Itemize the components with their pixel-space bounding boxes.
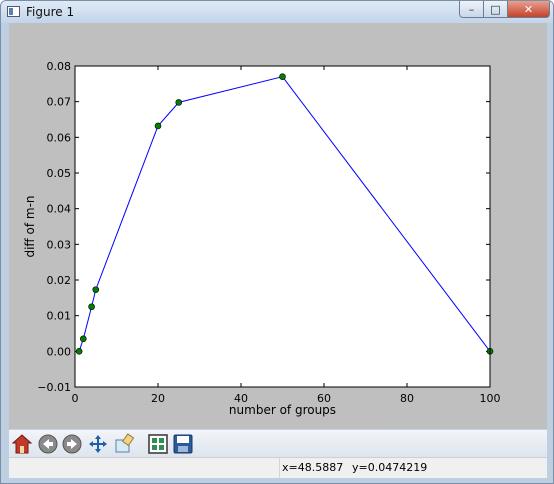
app-icon bbox=[7, 6, 20, 17]
pan-button[interactable] bbox=[87, 433, 109, 455]
window-title: Figure 1 bbox=[26, 5, 75, 19]
subplots-icon bbox=[148, 434, 168, 454]
y-tick-label: 0.08 bbox=[47, 60, 72, 73]
zoom-icon bbox=[115, 433, 135, 453]
y-tick-label: 0.04 bbox=[47, 203, 72, 216]
data-point bbox=[279, 73, 286, 81]
x-tick-label: 0 bbox=[72, 392, 79, 405]
data-point bbox=[88, 303, 95, 311]
data-point bbox=[175, 99, 183, 106]
y-axis-label: diff of m-n bbox=[23, 195, 37, 257]
close-button[interactable]: ✕ bbox=[507, 1, 550, 18]
home-icon bbox=[11, 434, 33, 454]
y-tick-label: 0.07 bbox=[47, 96, 72, 109]
title-bar[interactable]: Figure 1 – □ ✕ bbox=[1, 1, 553, 23]
data-point bbox=[80, 335, 87, 343]
save-button[interactable] bbox=[172, 433, 194, 455]
y-tick-label: −0.01 bbox=[37, 381, 71, 394]
y-tick-label: 0.03 bbox=[47, 238, 72, 251]
pan-icon bbox=[89, 435, 107, 453]
minimize-icon: – bbox=[468, 2, 475, 16]
save-icon bbox=[173, 434, 193, 454]
y-tick-label: 0.02 bbox=[47, 274, 72, 287]
x-tick-label: 80 bbox=[400, 392, 414, 405]
status-cell-empty bbox=[9, 458, 279, 478]
x-axis-label: number of groups bbox=[229, 403, 336, 417]
y-tick-label: 0.00 bbox=[47, 345, 72, 358]
back-button[interactable] bbox=[37, 433, 59, 455]
minimize-button[interactable]: – bbox=[459, 1, 484, 18]
y-tick-label: 0.05 bbox=[47, 167, 72, 180]
back-icon bbox=[38, 434, 58, 454]
cursor-x-readout: x=48.5887 bbox=[282, 461, 344, 474]
zoom-button[interactable] bbox=[113, 433, 135, 455]
y-tick-label: 0.06 bbox=[47, 131, 72, 144]
figure-window: Figure 1 – □ ✕ 0 20 40 60 80 100 −0.01 0.00 0.01… bbox=[0, 0, 554, 484]
status-bar: x=48.5887 y=0.0474219 bbox=[9, 457, 547, 478]
status-cell-coordinates: x=48.5887 y=0.0474219 bbox=[279, 458, 548, 478]
axes-background bbox=[75, 66, 490, 387]
figure-canvas[interactable]: 0 20 40 60 80 100 −0.01 0.00 0.01 0.02 0.03 0.04 0.0… bbox=[9, 23, 547, 429]
maximize-button[interactable]: □ bbox=[483, 1, 508, 18]
forward-icon bbox=[62, 434, 82, 454]
x-tick-label: 20 bbox=[151, 392, 165, 405]
data-point bbox=[92, 286, 100, 293]
y-tick-label: 0.01 bbox=[47, 310, 72, 323]
navigation-toolbar bbox=[9, 429, 547, 458]
data-point bbox=[154, 122, 162, 130]
home-button[interactable] bbox=[11, 433, 33, 455]
cursor-y-readout: y=0.0474219 bbox=[352, 461, 428, 474]
forward-button[interactable] bbox=[61, 433, 83, 455]
maximize-icon: □ bbox=[490, 2, 501, 16]
line-chart: 0 20 40 60 80 100−0.010.000.010.020.030.040.0… bbox=[23, 60, 501, 417]
data-point bbox=[75, 348, 83, 355]
subplots-button[interactable] bbox=[147, 433, 169, 455]
x-tick-label: 100 bbox=[480, 392, 501, 405]
close-icon: ✕ bbox=[523, 2, 534, 16]
